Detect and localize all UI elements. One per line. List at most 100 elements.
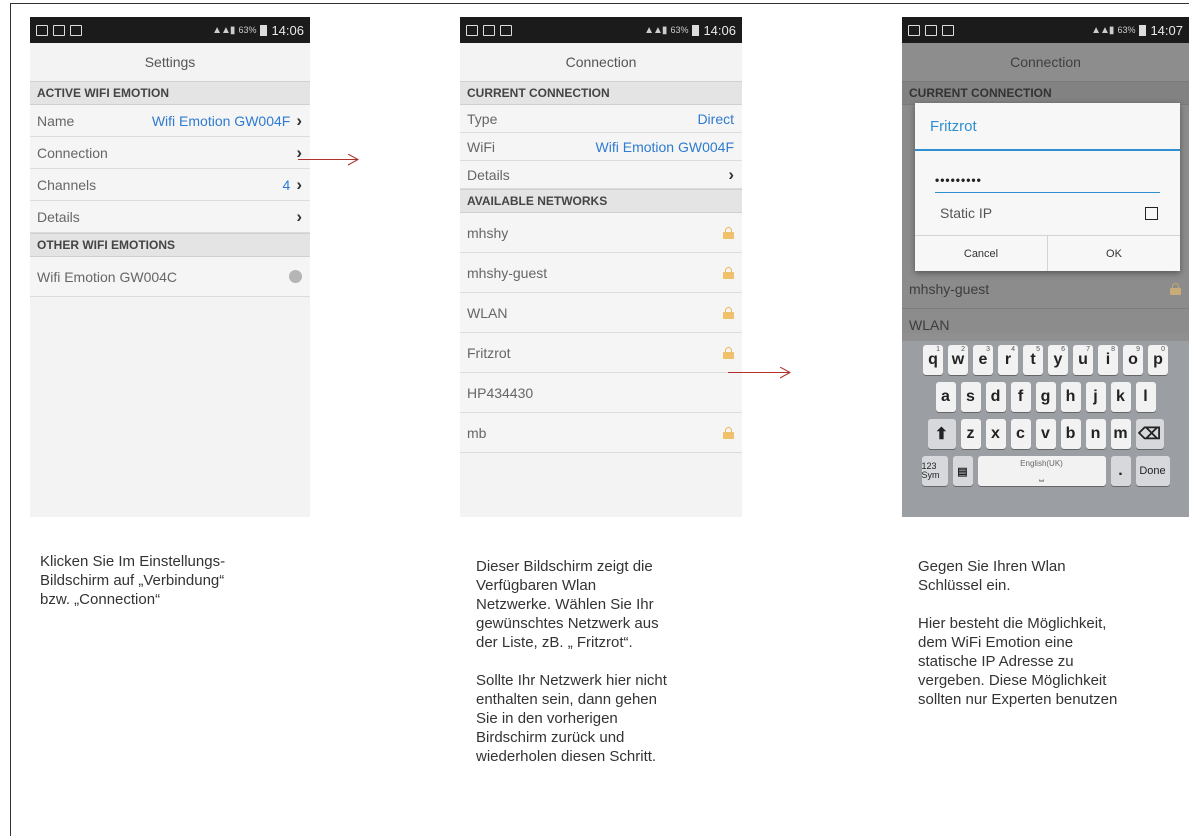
row-value: 4: [282, 176, 291, 193]
key-o[interactable]: 9o: [1123, 345, 1143, 375]
soft-keyboard: 1q 2w 3e 4r 5t 6y 7u 8i 9o 0p a s d f g …: [902, 341, 1189, 517]
key-d[interactable]: d: [985, 382, 1006, 412]
ok-button[interactable]: OK: [1048, 236, 1180, 271]
row-label: Details: [37, 208, 80, 225]
lock-icon: [723, 426, 734, 439]
key-r[interactable]: 4r: [998, 345, 1018, 375]
battery-percent: 63%: [238, 25, 257, 35]
image-icon: [483, 24, 495, 36]
row-value: Wifi Emotion GW004F: [595, 138, 734, 155]
status-bar: ▲▲▮ 63% 14:07: [902, 17, 1189, 43]
key-i[interactable]: 8i: [1098, 345, 1118, 375]
download-icon: [500, 24, 512, 36]
caption-2: Dieser Bildschirm zeigt die Verfügbaren …: [476, 558, 667, 765]
row-wifi: WiFi Wifi Emotion GW004F: [460, 133, 742, 161]
row-type: Type Direct: [460, 105, 742, 133]
image-icon: [53, 24, 65, 36]
key-k[interactable]: k: [1110, 382, 1131, 412]
key-w[interactable]: 2w: [948, 345, 968, 375]
clipboard-icon[interactable]: ▤: [952, 456, 973, 486]
row-value: Direct: [697, 110, 734, 127]
notification-icon: [36, 24, 48, 36]
caption-1: Klicken Sie Im Einstellungs- Bildschirm …: [40, 553, 226, 608]
key-g[interactable]: g: [1035, 382, 1056, 412]
key-h[interactable]: h: [1060, 382, 1081, 412]
key-z[interactable]: z: [960, 419, 981, 449]
network-name: HP434430: [467, 384, 534, 401]
network-name: mhshy: [467, 224, 509, 241]
row-label: Type: [467, 110, 498, 127]
space-key[interactable]: English(UK) ⎵: [977, 456, 1106, 486]
key-a[interactable]: a: [935, 382, 956, 412]
network-item[interactable]: mhshy: [460, 213, 742, 253]
key-l[interactable]: l: [1135, 382, 1156, 412]
network-item: mhshy-guest: [902, 269, 1189, 309]
page-title: Settings: [30, 43, 310, 81]
notification-icon: [466, 24, 478, 36]
key-j[interactable]: j: [1085, 382, 1106, 412]
lock-icon: [723, 346, 734, 359]
chevron-right-icon: ›: [296, 110, 302, 130]
row-name[interactable]: Name Wifi Emotion GW004F ›: [30, 105, 310, 137]
network-item[interactable]: Fritzrot: [460, 333, 742, 373]
row-details[interactable]: Details ›: [460, 161, 742, 189]
network-name: WLAN: [467, 304, 508, 321]
caption-3: Gegen Sie Ihren Wlan Schlüssel ein. Hier…: [918, 558, 1118, 708]
key-f[interactable]: f: [1010, 382, 1031, 412]
battery-icon: [1139, 24, 1147, 36]
key-e[interactable]: 3e: [973, 345, 993, 375]
status-dot-icon: [289, 270, 302, 283]
done-key[interactable]: Done: [1135, 456, 1170, 486]
static-ip-checkbox[interactable]: [1145, 206, 1158, 220]
network-name: WLAN: [909, 317, 950, 333]
phone-settings-screen: ▲▲▮ 63% 14:06 Settings ACTIVE WIFI EMOTION…: [30, 17, 310, 517]
key-m[interactable]: m: [1110, 419, 1131, 449]
download-icon: [70, 24, 82, 36]
key-x[interactable]: x: [985, 419, 1006, 449]
key-s[interactable]: s: [960, 382, 981, 412]
status-time: 14:06: [271, 22, 304, 38]
password-input[interactable]: •••••••••: [935, 173, 1160, 193]
row-label: WiFi: [467, 138, 495, 155]
download-icon: [942, 24, 954, 36]
row-details[interactable]: Details ›: [30, 201, 310, 233]
row-connection[interactable]: Connection ›: [30, 137, 310, 169]
key-c[interactable]: c: [1010, 419, 1031, 449]
status-bar: ▲▲▮ 63% 14:06: [460, 17, 742, 43]
sym-key[interactable]: 123 Sym: [921, 456, 948, 486]
key-u[interactable]: 7u: [1073, 345, 1093, 375]
pointer-arrow: [728, 367, 792, 379]
cancel-button[interactable]: Cancel: [915, 236, 1048, 271]
shift-icon[interactable]: ⬆: [927, 419, 956, 449]
battery-percent: 63%: [1117, 25, 1136, 35]
network-item[interactable]: mhshy-guest: [460, 253, 742, 293]
row-label: Connection: [37, 144, 108, 161]
key-b[interactable]: b: [1060, 419, 1081, 449]
key-v[interactable]: v: [1035, 419, 1056, 449]
key-n[interactable]: n: [1085, 419, 1106, 449]
key-p[interactable]: 0p: [1148, 345, 1168, 375]
network-name: mhshy-guest: [909, 280, 990, 297]
static-ip-label: Static IP: [940, 205, 993, 221]
key-t[interactable]: 5t: [1023, 345, 1043, 375]
section-header-current: CURRENT CONNECTION: [460, 81, 742, 105]
backspace-icon[interactable]: ⌫: [1135, 419, 1164, 449]
status-time: 14:06: [703, 22, 736, 38]
password-dialog: Fritzrot ••••••••• Static IP Cancel OK: [915, 103, 1180, 271]
network-name: mb: [467, 424, 487, 441]
list-item-other-wifi[interactable]: Wifi Emotion GW004C: [30, 257, 310, 297]
network-item[interactable]: HP434430: [460, 373, 742, 413]
row-label: Wifi Emotion GW004C: [37, 268, 178, 285]
lock-icon: [723, 266, 734, 279]
key-q[interactable]: 1q: [923, 345, 943, 375]
chevron-right-icon: ›: [296, 206, 302, 226]
row-channels[interactable]: Channels 4 ›: [30, 169, 310, 201]
row-label: Name: [37, 112, 75, 129]
network-item[interactable]: mb: [460, 413, 742, 453]
signal-icon: ▲▲▮: [644, 24, 667, 36]
key-y[interactable]: 6y: [1048, 345, 1068, 375]
page-title: Connection: [460, 43, 742, 81]
network-item[interactable]: WLAN: [460, 293, 742, 333]
network-name: Fritzrot: [467, 344, 511, 361]
period-key[interactable]: .: [1110, 456, 1131, 486]
